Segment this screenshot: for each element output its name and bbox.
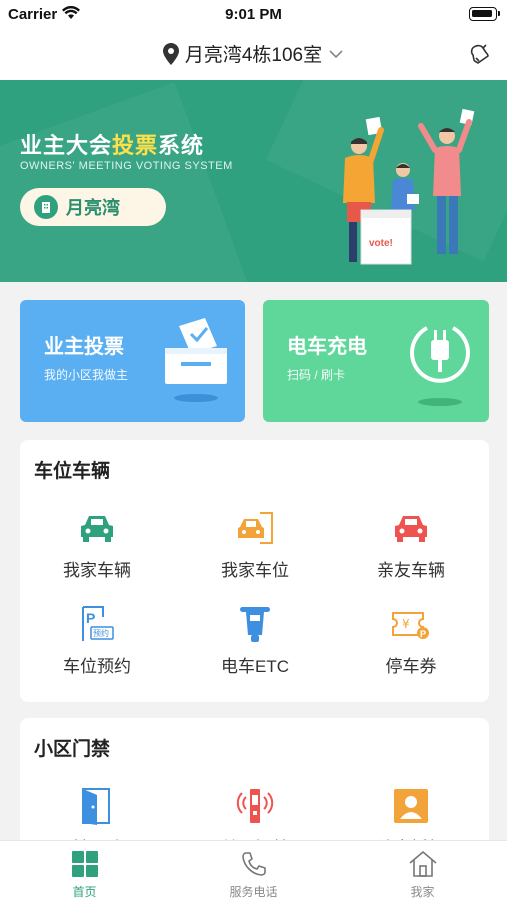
section-title: 小区门禁: [34, 739, 111, 760]
status-bar: Carrier 9:01 PM: [0, 0, 507, 30]
voting-people-illustration: vote!: [343, 108, 475, 265]
grid-item-label: 停车券: [385, 657, 437, 676]
svg-text:P: P: [420, 629, 426, 639]
access-control-icon: [235, 786, 275, 826]
tab-label: 服务电话: [229, 885, 278, 899]
grid-item-label: 车位预约: [63, 657, 131, 676]
svg-text:¥: ¥: [402, 617, 410, 631]
chevron-down-icon: [329, 49, 343, 58]
notification-icon[interactable]: [467, 42, 491, 66]
ev-charging-subtitle: 扫码 / 刷卡: [287, 368, 346, 382]
svg-text:vote!: vote!: [369, 238, 393, 249]
parking-reservation-item[interactable]: P 预约 车位预约: [22, 604, 172, 677]
grid-item-label: 电车ETC: [221, 657, 289, 676]
parking-coupon-item[interactable]: ¥ P 停车券: [336, 604, 486, 677]
visitor-icon: [391, 786, 431, 826]
ev-charging-title: 电车充电: [287, 336, 367, 358]
owner-vote-title: 业主投票: [44, 336, 124, 358]
tab-my-home[interactable]: 我家: [338, 841, 507, 900]
grid-item-label: 亲友车辆: [377, 561, 445, 580]
battery-icon: [469, 7, 500, 21]
ev-charging-card[interactable]: 电车充电 扫码 / 刷卡: [263, 300, 489, 422]
section-title: 车位车辆: [34, 461, 111, 482]
garage-car-icon: [235, 508, 275, 548]
svg-text:预约: 预约: [93, 628, 109, 638]
banner-subtitle: OWNERS' MEETING VOTING SYSTEM: [20, 160, 233, 172]
building-icon: [34, 195, 58, 219]
community-name: 月亮湾: [66, 198, 120, 218]
tab-home[interactable]: 首页: [0, 841, 169, 900]
parking-reservation-icon: P 预约: [77, 604, 117, 644]
owner-vote-card[interactable]: 业主投票 我的小区我做主: [20, 300, 245, 422]
location-title: 月亮湾4栋106室: [184, 45, 323, 66]
tab-label: 我家: [410, 885, 435, 899]
bottom-tab-bar: 首页 服务电话 我家: [0, 840, 507, 900]
grid-item-label: 我家车位: [221, 561, 289, 580]
scooter-icon: [235, 604, 275, 644]
door-icon: [77, 786, 117, 826]
house-icon: [407, 849, 439, 879]
friend-vehicles-item[interactable]: 亲友车辆: [336, 508, 486, 581]
coupon-icon: ¥ P: [391, 604, 431, 644]
voting-banner[interactable]: 业主大会投票系统 OWNERS' MEETING VOTING SYSTEM 月…: [0, 80, 507, 282]
home-grid-icon: [69, 849, 101, 879]
grid-item-label: 我家车辆: [63, 561, 131, 580]
svg-text:P: P: [86, 610, 95, 626]
ev-etc-item[interactable]: 电车ETC: [180, 604, 330, 677]
owner-vote-subtitle: 我的小区我做主: [44, 368, 129, 382]
community-badge[interactable]: 月亮湾: [20, 188, 166, 226]
charging-plug-icon: [410, 326, 470, 406]
car-icon: [77, 508, 117, 548]
car-icon: [391, 508, 431, 548]
phone-icon: [238, 849, 270, 879]
tab-label: 首页: [72, 885, 97, 899]
ballot-box-icon: [165, 318, 227, 402]
location-selector[interactable]: 月亮湾4栋106室: [0, 40, 507, 67]
location-pin-icon: [162, 42, 179, 65]
parking-vehicle-section: 车位车辆 我家车辆 我家车位 亲友车辆 P 预约 车位预约 电车ETC ¥ P 停车…: [20, 440, 489, 702]
my-parking-space-item[interactable]: 我家车位: [180, 508, 330, 581]
my-vehicles-item[interactable]: 我家车辆: [22, 508, 172, 581]
tab-service-phone[interactable]: 服务电话: [169, 841, 338, 900]
status-time: 9:01 PM: [225, 6, 282, 23]
app-header: 月亮湾4栋106室: [0, 30, 507, 80]
banner-title: 业主大会投票系统: [20, 133, 205, 158]
